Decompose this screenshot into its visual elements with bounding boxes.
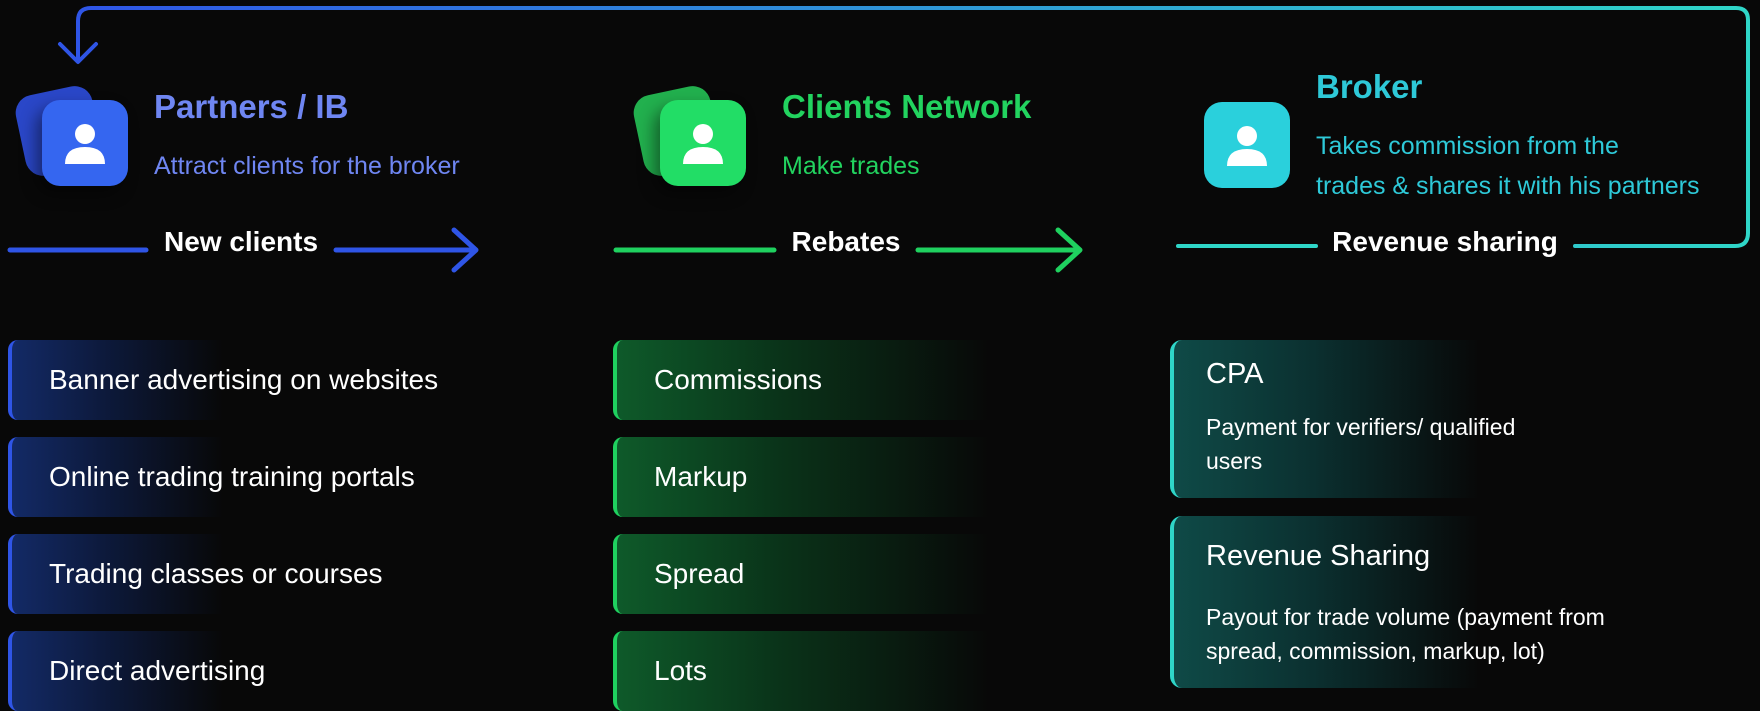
list-item: Spread — [613, 534, 1083, 614]
list-item: Trading classes or courses — [8, 534, 568, 614]
partners-subtitle: Attract clients for the broker — [154, 152, 460, 180]
broker-icon — [1204, 102, 1324, 222]
user-icon — [42, 100, 128, 186]
partners-icon — [12, 82, 136, 202]
card-desc-line2: users — [1206, 448, 1263, 474]
new-clients-label: New clients — [163, 226, 319, 257]
clients-title: Clients Network — [782, 88, 1032, 125]
user-icon — [1204, 102, 1290, 188]
list-item: Online trading training portals — [8, 437, 568, 517]
card-desc-line1: Payment for verifiers/ qualified — [1206, 414, 1516, 440]
user-icon — [660, 100, 746, 186]
card-desc-line1: Payout for trade volume (payment from — [1206, 604, 1605, 630]
partners-title: Partners / IB — [154, 88, 349, 125]
revenue-sharing-card: Revenue Sharing Payout for trade volume … — [1170, 516, 1730, 688]
list-item: Lots — [613, 631, 1083, 711]
card-desc-line2: spread, commission, markup, lot) — [1206, 638, 1545, 664]
list-item: Banner advertising on websites — [8, 340, 568, 420]
broker-title: Broker — [1316, 68, 1423, 105]
list-item: Direct advertising — [8, 631, 568, 711]
card-title: CPA — [1206, 358, 1264, 390]
clients-subtitle: Make trades — [782, 152, 920, 180]
revenue-sharing-label: Revenue sharing — [1332, 226, 1558, 257]
list-item: Markup — [613, 437, 1083, 517]
cpa-card: CPA Payment for verifiers/ qualified use… — [1170, 340, 1730, 498]
broker-subtitle-line2: trades & shares it with his partners — [1316, 172, 1700, 200]
rebates-label: Rebates — [791, 226, 901, 257]
broker-subtitle-line1: Takes commission from the — [1316, 132, 1619, 160]
list-item: Commissions — [613, 340, 1083, 420]
card-title: Revenue Sharing — [1206, 540, 1431, 572]
clients-icon — [630, 82, 754, 202]
